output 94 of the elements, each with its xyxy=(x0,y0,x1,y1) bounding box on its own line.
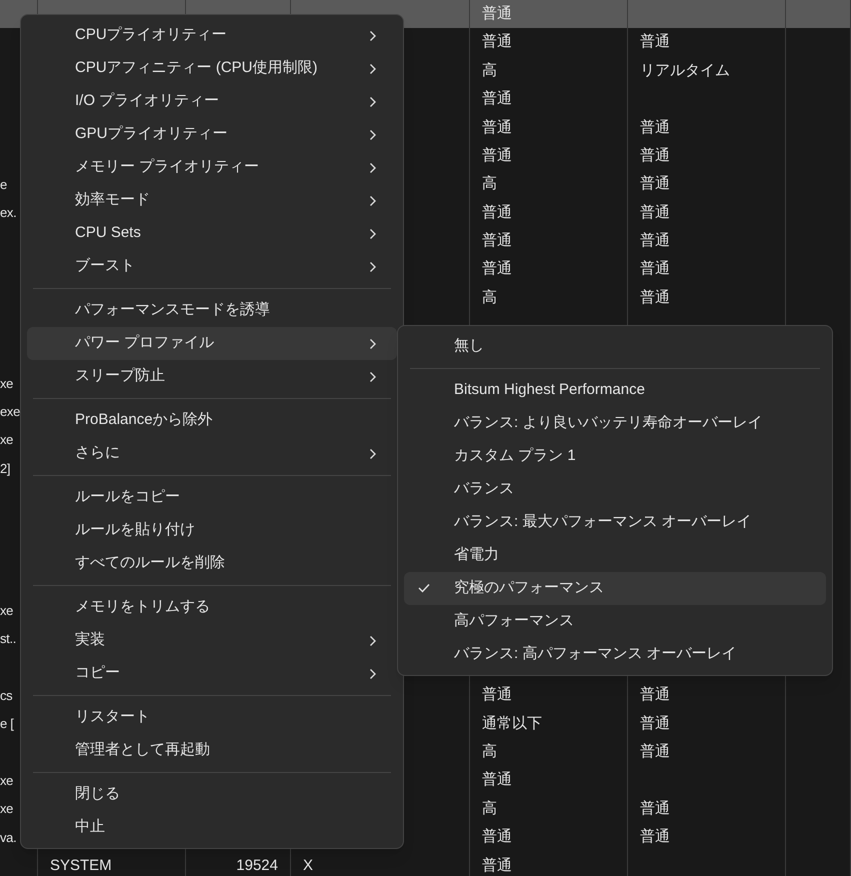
table-cell-text: 高 xyxy=(482,742,497,762)
chevron-right-icon xyxy=(369,195,377,207)
table-cell-text: e xyxy=(0,176,7,194)
table-cell-text: 普通 xyxy=(482,856,512,876)
table-cell-text: e [ xyxy=(0,715,14,734)
table-cell-text: 普通 xyxy=(482,231,512,252)
menu-item[interactable]: バランス: 最大パフォーマンス オーバーレイ xyxy=(404,506,826,539)
table-cell-text: 普通 xyxy=(640,118,670,138)
table-cell-text: 普通 xyxy=(482,827,512,848)
menu-item[interactable]: メモリをトリムする xyxy=(27,591,397,624)
menu-item[interactable]: すべてのルールを削除 xyxy=(27,547,397,580)
chevron-right-icon xyxy=(369,261,377,273)
chevron-right-icon xyxy=(369,668,377,680)
table-cell-text: va. xyxy=(0,828,16,847)
menu-item[interactable]: バランス: 高パフォーマンス オーバーレイ xyxy=(404,638,826,671)
menu-item[interactable]: Bitsum Highest Performance xyxy=(404,374,826,407)
table-cell-text: 普通 xyxy=(640,32,670,52)
chevron-right-icon xyxy=(369,371,377,383)
chevron-right-icon xyxy=(369,635,377,647)
menu-item[interactable]: リスタート xyxy=(27,701,397,734)
menu-item[interactable]: パワー プロファイル xyxy=(27,327,397,360)
table-cell-text: 通常以下 xyxy=(482,714,542,734)
table-cell-text: リアルタイム xyxy=(640,60,730,81)
table-cell-text: 普通 xyxy=(482,146,512,166)
table-cell-text: 高 xyxy=(482,798,497,819)
menu-item[interactable]: ルールを貼り付け xyxy=(27,514,397,547)
menu-item[interactable]: パフォーマンスモードを誘導 xyxy=(27,294,397,327)
menu-item[interactable]: ブースト xyxy=(27,250,397,283)
table-cell-text: 高 xyxy=(482,174,497,194)
menu-item[interactable]: ProBalanceから除外 xyxy=(27,404,397,437)
table-cell-text: 普通 xyxy=(640,202,670,223)
table-cell-text: 普通 xyxy=(640,714,670,734)
chevron-right-icon xyxy=(369,162,377,174)
menu-item[interactable]: 管理者として再起動 xyxy=(27,734,397,767)
chevron-right-icon xyxy=(369,96,377,108)
menu-item[interactable]: ルールをコピー xyxy=(27,481,397,514)
menu-item[interactable]: スリープ防止 xyxy=(27,360,397,393)
menu-item[interactable]: GPUプライオリティー xyxy=(27,118,397,151)
table-cell-text: xe xyxy=(0,800,14,818)
menu-item[interactable]: バランス: より良いバッテリ寿命オーバーレイ xyxy=(404,407,826,440)
table-cell-text: 普通 xyxy=(640,827,670,848)
table-cell-text: 普通 xyxy=(482,118,512,138)
menu-item[interactable]: カスタム プラン 1 xyxy=(404,440,826,473)
table-cell-text: 普通 xyxy=(482,685,512,706)
table-cell-text: 普通 xyxy=(640,798,670,819)
menu-item[interactable]: 実装 xyxy=(27,624,397,657)
table-cell-text: X xyxy=(303,856,314,876)
chevron-right-icon xyxy=(369,448,377,460)
menu-item[interactable]: CPU Sets xyxy=(27,217,397,250)
menu-item[interactable]: 中止 xyxy=(27,811,397,844)
table-cell-text: 普通 xyxy=(482,89,512,110)
table-cell-text: xe xyxy=(0,772,14,790)
menu-item[interactable]: 無し xyxy=(404,330,826,363)
table-cell-text: xe xyxy=(0,431,14,450)
table-cell-text: 普通 xyxy=(640,146,670,166)
menu-item[interactable]: I/O プライオリティー xyxy=(27,85,397,118)
menu-item[interactable]: 閉じる xyxy=(27,778,397,811)
table-cell-text: xe xyxy=(0,374,14,393)
table-cell-text: 高 xyxy=(482,288,497,308)
table-cell-text: SYSTEM xyxy=(50,856,112,876)
table-cell-text: 2] xyxy=(0,460,10,478)
menu-item[interactable]: 高パフォーマンス xyxy=(404,605,826,638)
table-cell-text: 普通 xyxy=(640,259,670,280)
chevron-right-icon xyxy=(369,30,377,42)
table-cell-text: 普通 xyxy=(482,770,512,790)
table-cell-text: 普通 xyxy=(482,202,512,223)
table-cell-text: 19524 xyxy=(236,856,278,876)
table-cell-text: xe xyxy=(0,602,14,620)
table-cell-text: st.. xyxy=(0,630,16,648)
menu-item[interactable]: CPUアフィニティー (CPU使用制限) xyxy=(27,52,397,85)
checkmark-icon xyxy=(418,583,430,593)
table-cell-text: cs xyxy=(0,686,12,705)
menu-item[interactable]: メモリー プライオリティー xyxy=(27,151,397,184)
chevron-right-icon xyxy=(369,228,377,240)
menu-item[interactable]: 効率モード xyxy=(27,184,397,217)
table-cell-text: 普通 xyxy=(640,174,670,194)
table-cell-text: 普通 xyxy=(482,32,512,52)
chevron-right-icon xyxy=(369,338,377,350)
menu-item[interactable]: さらに xyxy=(27,437,397,470)
table-cell-text: 高 xyxy=(482,60,497,81)
chevron-right-icon xyxy=(369,129,377,141)
menu-item[interactable]: 省電力 xyxy=(404,539,826,572)
table-cell-text: 普通 xyxy=(640,288,670,308)
menu-item[interactable]: 究極のパフォーマンス xyxy=(404,572,826,605)
table-cell-text: exe xyxy=(0,402,20,421)
table-cell-text: 普通 xyxy=(640,742,670,762)
table-cell-text: 普通 xyxy=(482,259,512,280)
menu-item[interactable]: コピー xyxy=(27,657,397,690)
menu-item[interactable]: バランス xyxy=(404,473,826,506)
table-cell-text: ex. xyxy=(0,204,16,222)
table-cell-text: 普通 xyxy=(482,4,512,24)
table-cell-text: 普通 xyxy=(640,231,670,252)
chevron-right-icon xyxy=(369,63,377,75)
table-cell-text: 普通 xyxy=(640,685,670,706)
